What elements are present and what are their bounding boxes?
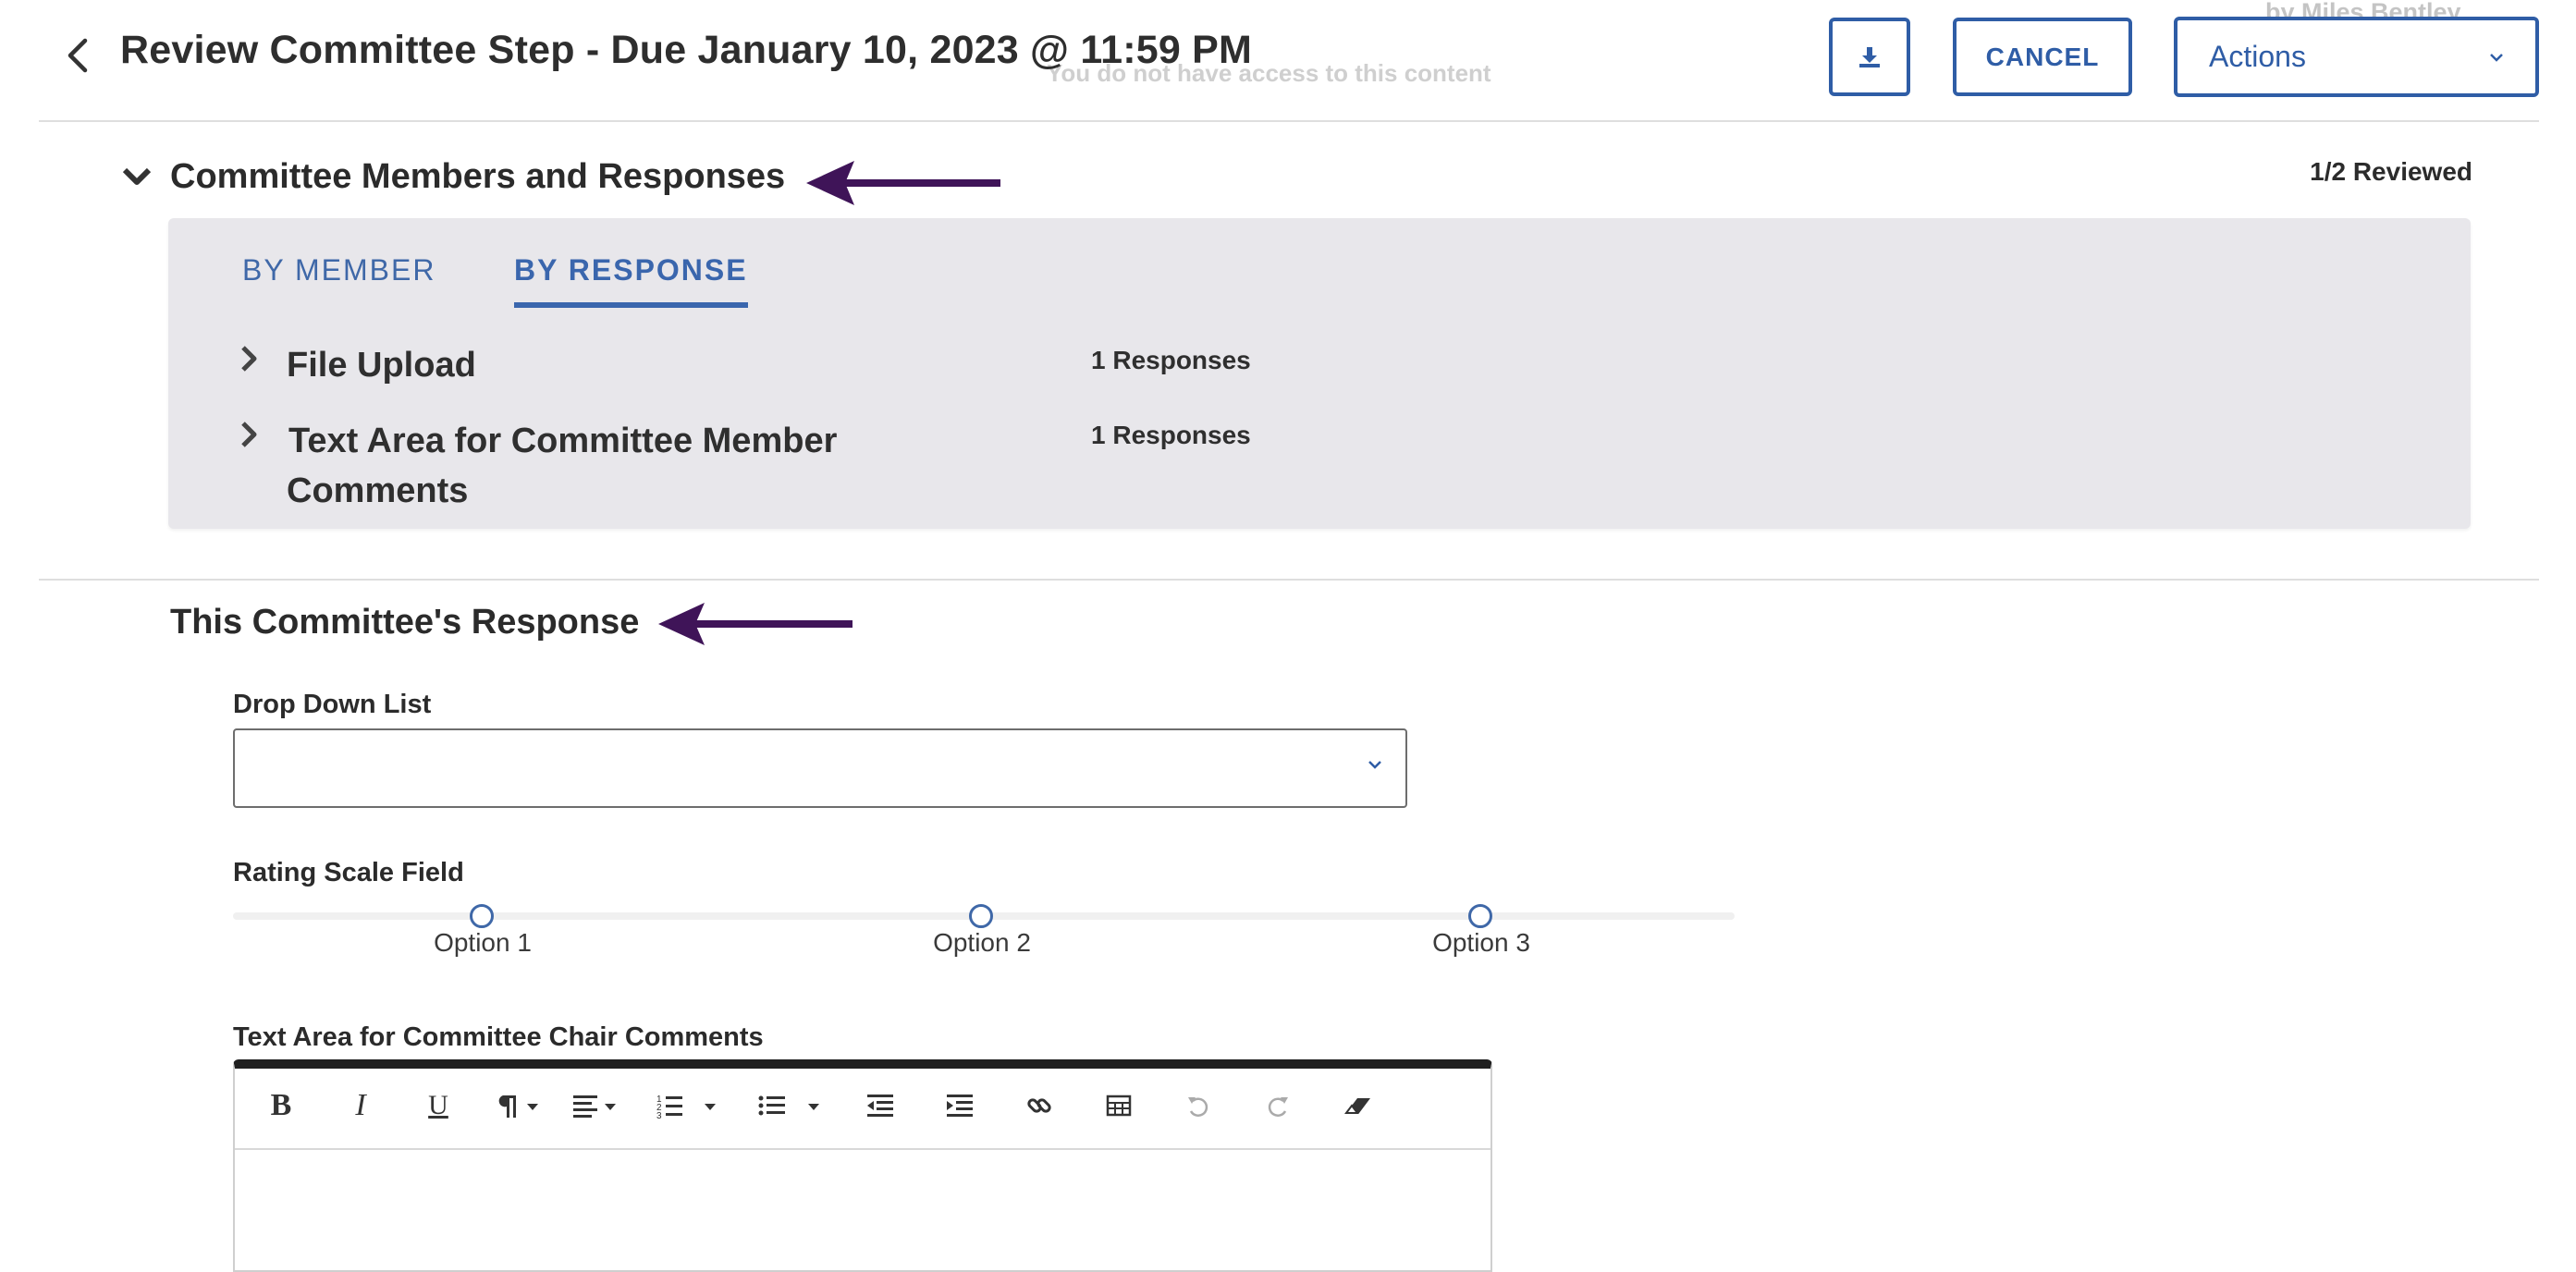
- textarea-label: Text Area for Committee Chair Comments: [233, 1022, 764, 1052]
- response-row-text-area[interactable]: Text Area for Committee Member Comments: [235, 416, 860, 516]
- undo-icon: [1188, 1097, 1208, 1118]
- rating-option-3-radio[interactable]: [1468, 904, 1492, 928]
- undo-button[interactable]: [1180, 1087, 1217, 1124]
- ordered-list-button[interactable]: 123: [653, 1087, 727, 1124]
- bold-button[interactable]: B: [263, 1087, 300, 1124]
- response-name: File Upload: [287, 346, 476, 385]
- outdent-button[interactable]: [862, 1087, 899, 1124]
- response-name: Text Area for Committee Member Comments: [287, 422, 838, 510]
- editor-toolbar: B I U 123: [235, 1069, 1490, 1150]
- chevron-down-icon: [122, 167, 152, 185]
- chevron-down-icon: [2490, 53, 2503, 62]
- table-icon: [1106, 1095, 1132, 1117]
- unordered-list-button[interactable]: [754, 1087, 828, 1124]
- align-button[interactable]: [570, 1087, 625, 1124]
- link-button[interactable]: [1021, 1087, 1058, 1124]
- download-button[interactable]: [1829, 18, 1910, 96]
- tab-by-response[interactable]: BY RESPONSE: [514, 253, 748, 308]
- eraser-icon: [1344, 1098, 1370, 1114]
- link-icon: [1027, 1098, 1051, 1113]
- rating-option-1-radio[interactable]: [470, 904, 494, 928]
- chevron-right-icon: [235, 340, 263, 377]
- this-response-title: This Committee's Response: [170, 603, 640, 642]
- committee-section-title: Committee Members and Responses: [170, 157, 786, 196]
- rating-option-label: Option 2: [933, 928, 1031, 957]
- table-button[interactable]: [1100, 1087, 1137, 1124]
- paragraph-format-button[interactable]: [492, 1087, 547, 1124]
- arrow-left-icon: [806, 161, 1000, 205]
- response-count: 1 Responses: [1091, 346, 1251, 374]
- tab-by-member[interactable]: BY MEMBER: [242, 253, 435, 287]
- header-divider: [39, 120, 2539, 122]
- actions-dropdown[interactable]: Actions: [2174, 17, 2539, 97]
- response-count: 1 Responses: [1091, 421, 1251, 449]
- reviewed-count: 1/2 Reviewed: [2310, 157, 2472, 186]
- download-icon: [1859, 46, 1880, 67]
- rating-option-2-radio[interactable]: [969, 904, 993, 928]
- svg-text:3: 3: [656, 1111, 662, 1119]
- cancel-button[interactable]: CANCEL: [1953, 18, 2132, 96]
- align-left-icon: [573, 1095, 616, 1118]
- chevron-right-icon: [235, 416, 263, 453]
- unordered-list-icon: [758, 1095, 819, 1116]
- redo-icon: [1268, 1097, 1288, 1118]
- dropdown-label: Drop Down List: [233, 690, 432, 719]
- page-title: Review Committee Step - Due January 10, …: [120, 28, 1252, 72]
- ordered-list-icon: 123: [656, 1095, 716, 1119]
- back-chevron-icon: [67, 38, 88, 73]
- clear-formatting-button[interactable]: [1339, 1087, 1376, 1124]
- indent-icon: [947, 1095, 973, 1117]
- rating-label: Rating Scale Field: [233, 858, 464, 887]
- actions-label: Actions: [2209, 40, 2306, 73]
- paragraph-icon: [498, 1095, 538, 1118]
- section-divider: [39, 579, 2539, 581]
- rating-option-label: Option 1: [434, 928, 532, 957]
- response-row-file-upload[interactable]: File Upload: [235, 340, 878, 390]
- rating-option-label: Option 3: [1432, 928, 1530, 957]
- responses-panel: BY MEMBER BY RESPONSE File Upload 1 Resp…: [168, 218, 2471, 529]
- collapse-committee-toggle[interactable]: [120, 161, 153, 194]
- rich-text-editor: B I U 123: [233, 1059, 1492, 1272]
- underline-button[interactable]: U: [420, 1087, 457, 1124]
- back-button[interactable]: [55, 33, 100, 78]
- outdent-icon: [867, 1095, 893, 1117]
- italic-button[interactable]: I: [342, 1087, 379, 1124]
- indent-button[interactable]: [941, 1087, 978, 1124]
- editor-content-area[interactable]: [235, 1150, 1490, 1270]
- arrow-left-icon: [658, 603, 853, 645]
- redo-button[interactable]: [1259, 1087, 1296, 1124]
- chevron-down-icon: [1368, 761, 1381, 769]
- drop-down-list-select[interactable]: [233, 728, 1407, 808]
